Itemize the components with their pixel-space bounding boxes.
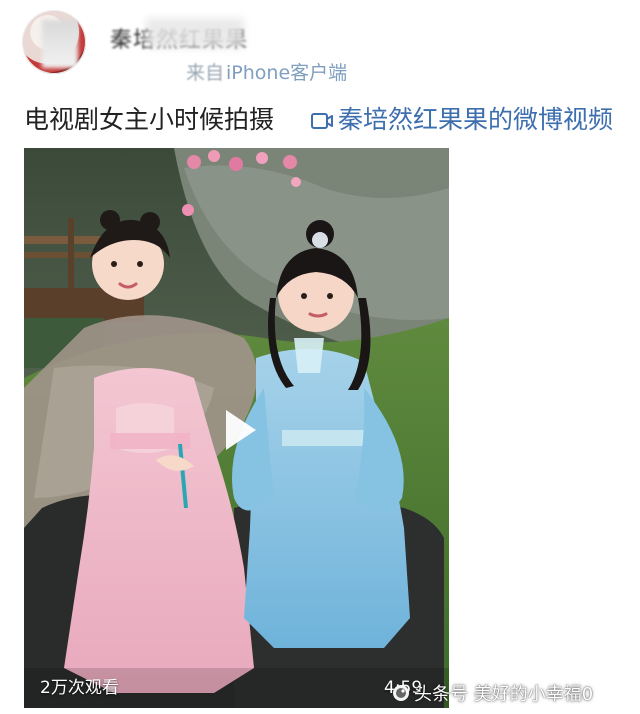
video-link[interactable]: 秦培然红果果的微博视频 [310,100,613,136]
video-link-label: 秦培然红果果的微博视频 [338,105,614,134]
watermark-text: 头条号 美好的小幸福0 [414,684,594,705]
user-avatar[interactable] [22,10,86,74]
play-icon[interactable] [220,406,260,454]
source-client[interactable]: iPhone客户端 [226,62,347,84]
post-meta: 来自 iPhone客户端 [186,58,347,85]
post-text: 电视剧女主小时候拍摄 [24,105,275,134]
source-prefix: 来自 [186,62,225,84]
toutiao-logo-icon [392,684,410,702]
video-player[interactable]: 2万次观看 4:59 [24,148,449,708]
view-count: 2万次观看 [40,678,119,698]
username-blur [146,18,244,48]
weibo-post: 秦培然红果果 来自iPhone客户端 电视剧女主小时候拍摄 秦培然红果果的微博视… [0,0,640,714]
avatar-blur [42,20,78,68]
source-watermark: 头条号 美好的小幸福0 [392,680,593,706]
video-link-icon [310,108,334,129]
